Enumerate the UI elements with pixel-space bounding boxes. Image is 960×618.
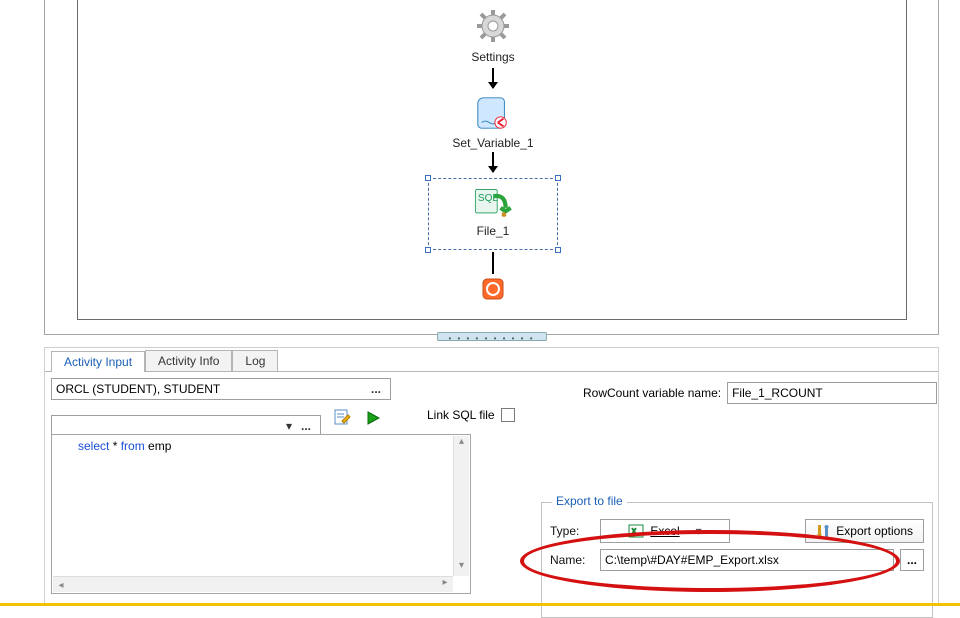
scroll-left-icon[interactable]: ◂ [53, 580, 69, 591]
export-fieldset: Export to file Type: Excel ▾ [541, 502, 933, 618]
link-sql-checkbox[interactable] [501, 408, 515, 422]
sql-editor[interactable]: select * from emp ▴ ▾ ◂ ▸ [51, 434, 471, 594]
rowcount-row: RowCount variable name: File_1_RCOUNT [583, 382, 937, 404]
export-type-value: Excel [650, 524, 679, 538]
rowcount-value: File_1_RCOUNT [732, 386, 823, 400]
sql-table: emp [145, 439, 172, 453]
tab-activity-info[interactable]: Activity Info [145, 350, 232, 371]
workflow-canvas[interactable]: Settings Set_Variable_1 [77, 0, 907, 320]
connection-combo[interactable]: ORCL (STUDENT), STUDENT ... [51, 378, 391, 400]
flow-arrow-2 [492, 152, 494, 172]
excel-icon [628, 523, 644, 539]
sql-keyword-select: select [78, 439, 109, 453]
export-options-button[interactable]: Export options [805, 519, 924, 543]
link-sql-label: Link SQL file [427, 408, 495, 422]
sql-keyword-from: from [121, 439, 145, 453]
tab-log[interactable]: Log [232, 350, 278, 371]
gear-icon [473, 6, 513, 46]
scroll-down-icon[interactable]: ▾ [454, 560, 469, 576]
node-settings-label: Settings [458, 50, 528, 64]
flow-arrow-1 [492, 68, 494, 88]
link-sql-row: Link SQL file [427, 408, 515, 422]
sql-scrollbar-horizontal[interactable]: ◂ ▸ [53, 576, 453, 592]
node-set-variable-label: Set_Variable_1 [443, 136, 543, 150]
dropdown-icon[interactable]: ▾ [282, 419, 296, 433]
export-type-label: Type: [550, 524, 594, 538]
rowcount-input[interactable]: File_1_RCOUNT [727, 382, 937, 404]
tabs-bar: Activity Input Activity Info Log [45, 348, 938, 372]
run-sql-button[interactable] [360, 407, 386, 429]
workflow-canvas-outer: Settings Set_Variable_1 [44, 0, 939, 335]
connection-row: ORCL (STUDENT), STUDENT ... [51, 378, 391, 400]
edit-sql-button[interactable] [328, 406, 356, 428]
connection-value: ORCL (STUDENT), STUDENT [56, 382, 366, 396]
scroll-up-icon[interactable]: ▴ [454, 436, 469, 452]
sql-toolbar: ▾ ... [51, 406, 391, 437]
flow-connector-tail [492, 252, 494, 274]
export-name-value: C:\temp\#DAY#EMP_Export.xlsx [605, 553, 779, 567]
flow-end-icon[interactable] [482, 278, 504, 300]
rowcount-label: RowCount variable name: [583, 386, 721, 400]
export-name-browse[interactable]: ... [900, 549, 924, 571]
export-name-input[interactable]: C:\temp\#DAY#EMP_Export.xlsx [600, 549, 894, 571]
sql-export-icon: SQL [472, 184, 514, 220]
script-icon [474, 94, 512, 132]
splitter-handle[interactable] [44, 332, 939, 342]
play-icon [365, 410, 381, 426]
tab-body: ORCL (STUDENT), STUDENT ... ▾ ... [45, 372, 938, 604]
node-set-variable[interactable]: Set_Variable_1 [443, 94, 543, 150]
export-options-label: Export options [836, 524, 913, 538]
sql-scrollbar-vertical[interactable]: ▴ ▾ [453, 436, 469, 576]
bottom-panel: Activity Input Activity Info Log ORCL (S… [44, 347, 939, 605]
export-type-combo[interactable]: Excel ▾ [600, 519, 730, 543]
scroll-right-icon[interactable]: ▸ [437, 577, 453, 588]
tab-activity-input[interactable]: Activity Input [51, 351, 145, 372]
tools-icon [816, 524, 830, 538]
node-file-label: File_1 [458, 224, 528, 238]
connection-browse-button[interactable]: ... [366, 382, 386, 396]
export-name-label: Name: [550, 553, 594, 567]
edit-script-icon [333, 408, 351, 426]
node-file[interactable]: SQL File_1 [458, 184, 528, 238]
dropdown-icon: ▾ [696, 524, 702, 538]
sql-star: * [109, 439, 120, 453]
export-legend: Export to file [552, 494, 627, 508]
node-settings[interactable]: Settings [458, 6, 528, 64]
flow-container: Settings Set_Variable_1 [78, 0, 906, 319]
